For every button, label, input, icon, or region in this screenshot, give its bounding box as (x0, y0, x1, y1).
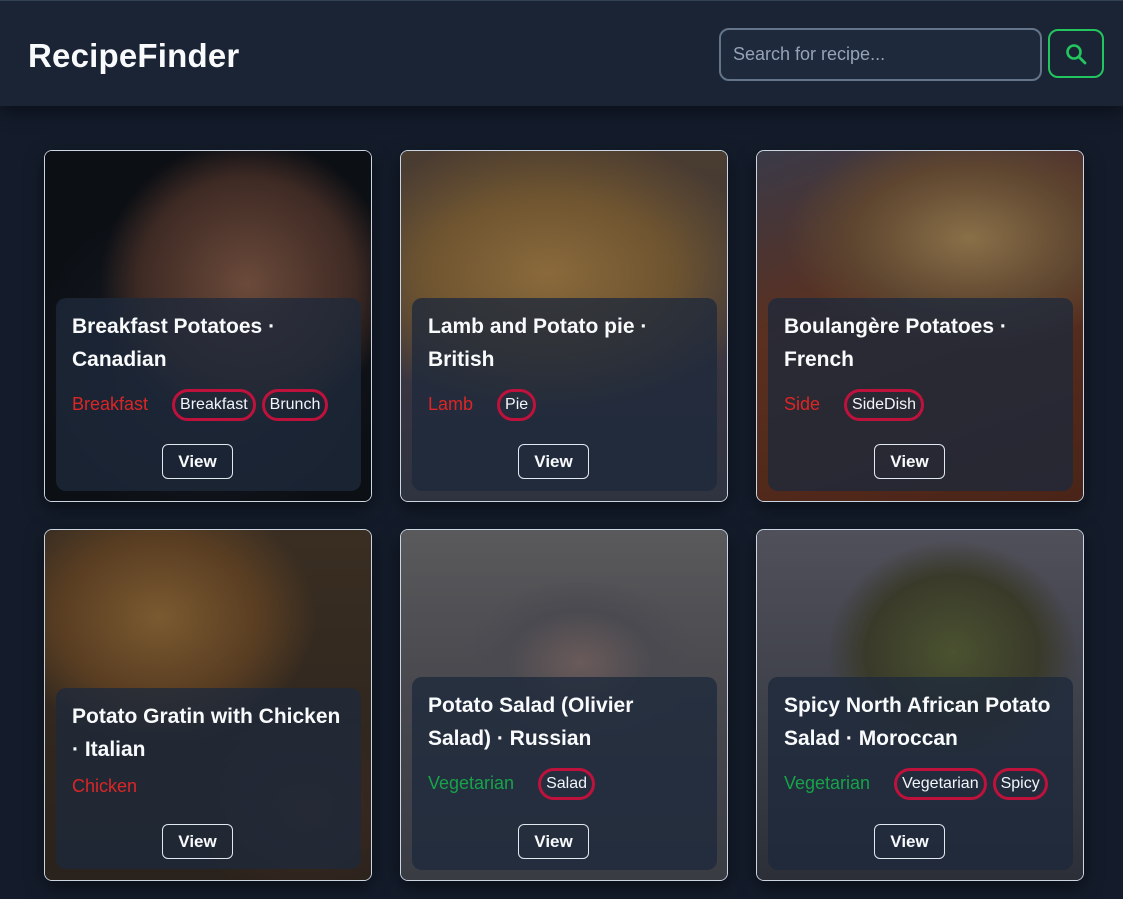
search-input[interactable] (719, 28, 1042, 81)
recipe-category: Breakfast (72, 394, 149, 414)
recipe-tag: SideDish (844, 388, 925, 421)
recipe-meta: Breakfast Breakfast Brunch (72, 388, 345, 421)
recipe-meta: Side SideDish (784, 388, 1057, 421)
view-button[interactable]: View (518, 444, 589, 479)
recipe-card[interactable]: Potato Salad (Olivier Salad) · Russian V… (400, 529, 728, 881)
recipe-title: Lamb and Potato pie · British (428, 315, 648, 371)
recipe-title: Potato Salad (Olivier Salad) · Russian (428, 694, 634, 750)
recipe-tag: Vegetarian (894, 767, 987, 800)
recipe-tag: Pie (497, 388, 537, 421)
view-button[interactable]: View (518, 824, 589, 859)
recipe-tag: Spicy (992, 767, 1048, 800)
view-button[interactable]: View (874, 444, 945, 479)
recipe-tag: Brunch (261, 388, 329, 421)
recipe-title: Potato Gratin with Chicken · Italian (72, 705, 341, 761)
search-icon (1066, 43, 1087, 64)
view-button[interactable]: View (162, 824, 233, 859)
recipe-tag: Salad (538, 767, 595, 800)
recipe-card[interactable]: Lamb and Potato pie · British Lamb Pie V… (400, 150, 728, 502)
recipe-title: Breakfast Potatoes · Canadian (72, 315, 276, 371)
search-button[interactable] (1048, 29, 1104, 78)
recipe-category: Lamb (428, 394, 474, 414)
top-navbar: RecipeFinder (0, 0, 1123, 106)
recipe-meta: Vegetarian Vegetarian Spicy (784, 767, 1057, 800)
recipe-category: Vegetarian (428, 773, 515, 793)
recipe-card[interactable]: Breakfast Potatoes · Canadian Breakfast … (44, 150, 372, 502)
recipe-category: Chicken (72, 776, 138, 796)
brand-logo[interactable]: RecipeFinder (28, 37, 239, 75)
recipe-title: Spicy North African Potato Salad · Moroc… (784, 694, 1051, 750)
view-button[interactable]: View (162, 444, 233, 479)
recipe-meta: Chicken (72, 770, 345, 803)
view-button[interactable]: View (874, 824, 945, 859)
recipe-tag: Breakfast (172, 388, 256, 421)
recipe-meta: Lamb Pie (428, 388, 701, 421)
recipe-card[interactable]: Spicy North African Potato Salad · Moroc… (756, 529, 1084, 881)
recipe-category: Side (784, 394, 821, 414)
recipe-card[interactable]: Boulangère Potatoes · French Side SideDi… (756, 150, 1084, 502)
recipe-meta: Vegetarian Salad (428, 767, 701, 800)
recipe-category: Vegetarian (784, 773, 871, 793)
recipe-card[interactable]: Potato Gratin with Chicken · Italian Chi… (44, 529, 372, 881)
recipe-title: Boulangère Potatoes · French (784, 315, 1007, 371)
